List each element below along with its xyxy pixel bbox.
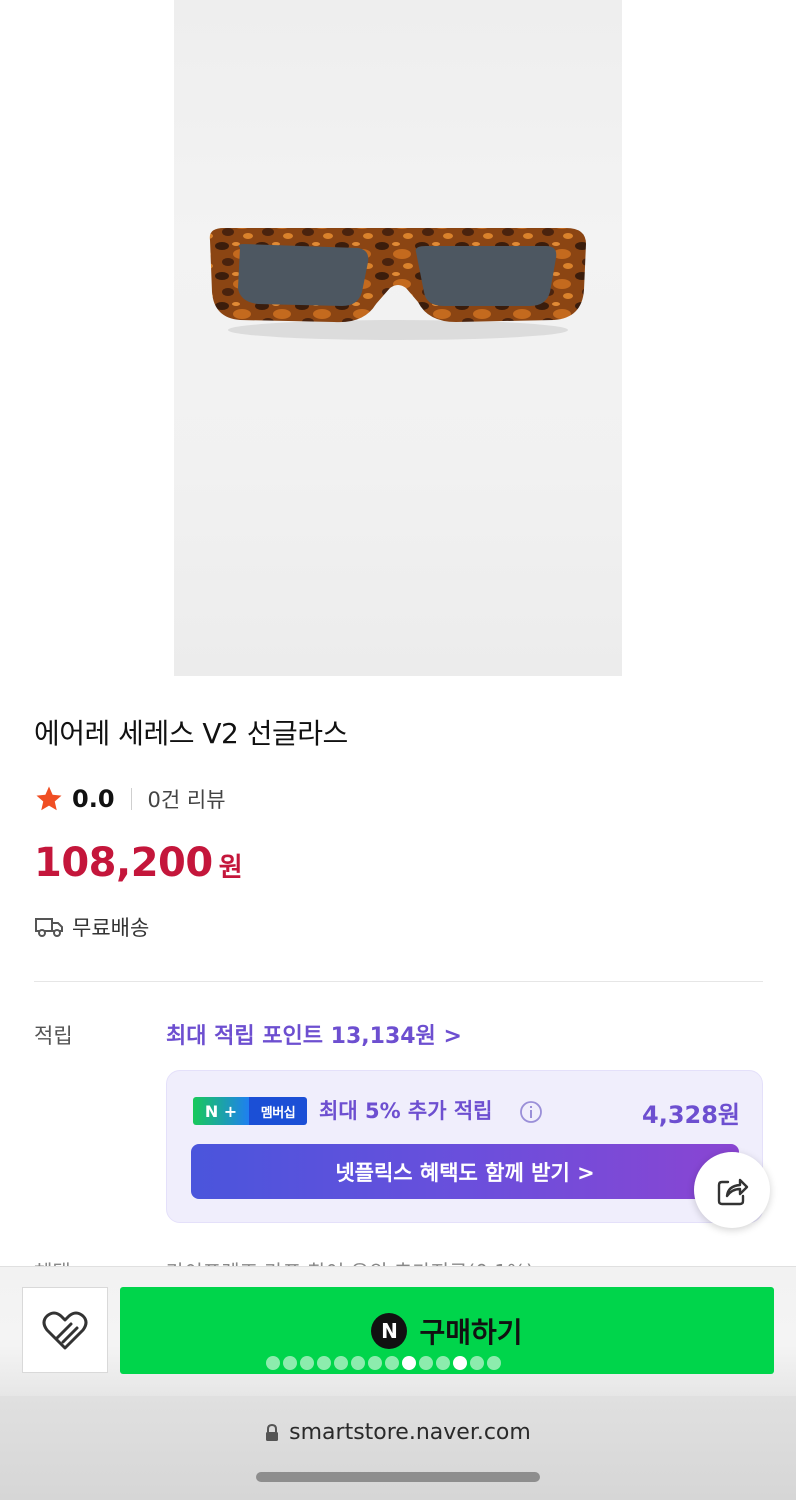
- page-dot: [402, 1356, 416, 1370]
- share-icon: [717, 1178, 749, 1206]
- product-title: 에어레 세레스 V2 선글라스: [34, 717, 348, 750]
- page-dot: [436, 1356, 450, 1370]
- naver-plus-membership-badge: N + 멤버십: [193, 1097, 307, 1125]
- max-points-link[interactable]: 최대 적립 포인트 13,134원 >: [166, 1018, 462, 1050]
- nplus-badge-left: N +: [193, 1097, 249, 1125]
- section-divider: [34, 981, 763, 982]
- rating-divider: [130, 788, 132, 810]
- price-value: 108,200: [34, 840, 213, 886]
- page-dot: [266, 1356, 280, 1370]
- share-button[interactable]: [694, 1152, 770, 1228]
- sunglasses-illustration: [209, 228, 586, 340]
- buy-label: 구매하기: [419, 1315, 523, 1349]
- page-dot: [351, 1356, 365, 1370]
- browser-address-bar: smartstore.naver.com: [0, 1396, 796, 1500]
- image-page-indicator: [266, 1356, 501, 1370]
- home-indicator[interactable]: [256, 1472, 540, 1482]
- info-icon[interactable]: [519, 1100, 543, 1124]
- shipping-label: 무료배송: [72, 916, 150, 940]
- page-dot: [419, 1356, 433, 1370]
- wishlist-button[interactable]: [22, 1287, 108, 1373]
- page-dot: [283, 1356, 297, 1370]
- extra-points-amount: 4,328원: [642, 1101, 740, 1129]
- review-count[interactable]: 0건 리뷰: [148, 784, 226, 814]
- rating-value: 0.0: [72, 785, 115, 813]
- points-label: 적립: [34, 1024, 73, 1048]
- lock-icon: [266, 1423, 279, 1441]
- star-icon: [36, 786, 62, 811]
- page-dot: [470, 1356, 484, 1370]
- url-row[interactable]: smartstore.naver.com: [0, 1420, 796, 1445]
- url-text: smartstore.naver.com: [289, 1420, 531, 1445]
- netflix-benefit-button[interactable]: 넷플릭스 혜택도 함께 받기 >: [191, 1144, 739, 1199]
- extra-points-text: 최대 5% 추가 적립: [319, 1099, 493, 1123]
- truck-icon: [35, 918, 63, 937]
- naver-n-icon: N: [371, 1312, 408, 1349]
- page-dot: [300, 1356, 314, 1370]
- nplus-badge-right: 멤버십: [249, 1097, 307, 1125]
- price-row: 108,200 원: [34, 840, 243, 886]
- price-unit: 원: [218, 853, 243, 883]
- page-dot: [453, 1356, 467, 1370]
- bottom-purchase-bar: N 구매하기: [0, 1266, 796, 1397]
- page-dot: [487, 1356, 501, 1370]
- page-dot: [385, 1356, 399, 1370]
- page-dot: [368, 1356, 382, 1370]
- shipping-row: 무료배송: [34, 910, 149, 944]
- membership-benefit-box: N + 멤버십 최대 5% 추가 적립 4,328원 넷플릭스 혜택도 함께 받…: [166, 1070, 763, 1223]
- page-dot: [334, 1356, 348, 1370]
- page-dot: [317, 1356, 331, 1370]
- rating-row[interactable]: 0.0 0건 리뷰: [34, 782, 226, 816]
- heart-icon: [42, 1311, 88, 1350]
- product-image[interactable]: [174, 0, 622, 676]
